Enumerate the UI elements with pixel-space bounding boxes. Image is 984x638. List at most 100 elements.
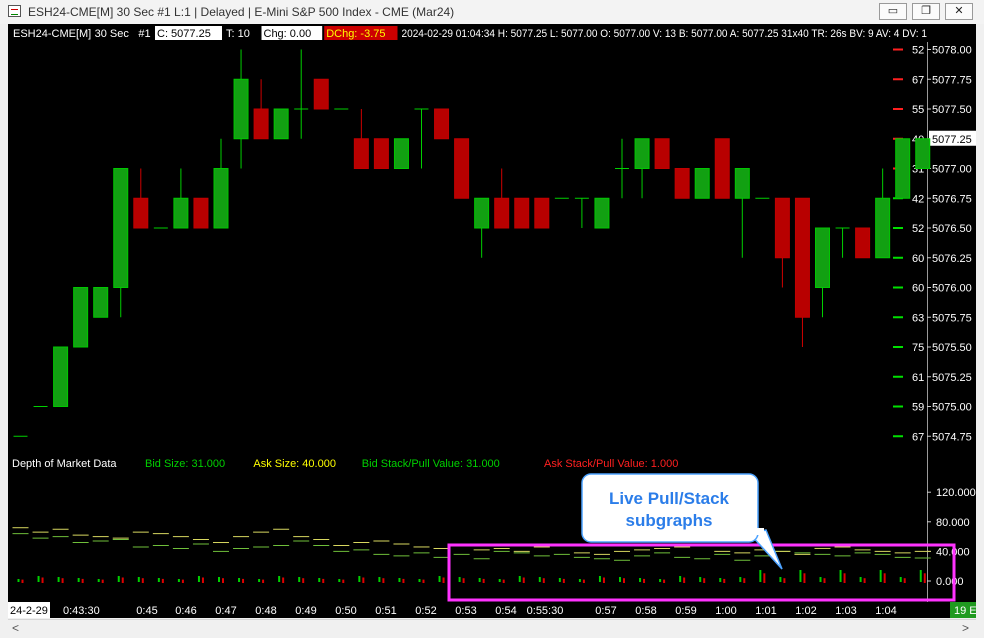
price-candle [895, 138, 911, 199]
header-daily-change: DChg: -3.75 [326, 28, 385, 40]
horizontal-scrollbar[interactable]: < > [8, 619, 976, 637]
study-axis-label: 120.000 [936, 487, 976, 499]
chart-canvas[interactable]: ESH24-CME[M] 30 Sec #1 C: 5077.25 T: 10 Chg: … [8, 24, 976, 602]
price-axis-label: 5077.00 [932, 164, 972, 176]
candle-body [534, 197, 550, 229]
time-label: 1:03 [835, 605, 856, 617]
close-button[interactable]: ✕ [945, 3, 973, 20]
price-axis-label: 5077.75 [932, 74, 972, 86]
price-candle [615, 138, 629, 199]
price-candle [313, 78, 329, 110]
bar-count-badge: 19 E [954, 605, 976, 617]
candle-body [133, 197, 149, 229]
price-candle [855, 227, 871, 259]
price-candle [494, 168, 510, 229]
price-candle [93, 287, 109, 318]
time-label: 0:55:30 [527, 605, 564, 617]
candle-body [474, 197, 490, 229]
price-candle [634, 138, 650, 199]
callout-pointer-join [750, 528, 764, 535]
candle-body [815, 227, 830, 288]
candle-body [93, 287, 109, 318]
candle-body [233, 78, 249, 140]
time-label: 0:49 [295, 605, 316, 617]
price-candle [534, 197, 550, 229]
candle-body [694, 168, 710, 199]
price-candle [574, 197, 589, 228]
price-candle [253, 79, 269, 140]
time-label: 0:52 [415, 605, 436, 617]
price-candle [774, 197, 790, 288]
time-label: 1:04 [875, 605, 896, 617]
callout-bubble [581, 473, 759, 543]
dom-size-label: 55 [912, 104, 924, 116]
scroll-left-arrow-icon[interactable]: < [12, 620, 19, 637]
price-axis-label: 5074.75 [932, 431, 972, 443]
study-name: Depth of Market Data [12, 458, 117, 470]
dom-size-label: 67 [912, 431, 924, 443]
dom-size-label: 52 [912, 45, 924, 57]
price-axis-label: 5076.50 [932, 223, 972, 235]
price-candle [794, 197, 810, 347]
candle-body [434, 108, 450, 140]
candle-body [393, 138, 409, 169]
price-candle [654, 138, 670, 169]
price-candle [233, 49, 249, 169]
study-bid-stack-value: Bid Stack/Pull Value: 31.000 [362, 458, 500, 470]
chart-area[interactable]: ESH24-CME[M] 30 Sec #1 C: 5077.25 T: 10 Chg: … [8, 24, 976, 602]
candle-body [654, 138, 670, 169]
price-axis-label: 5077.50 [932, 104, 972, 116]
scroll-right-arrow-icon[interactable]: > [962, 620, 969, 637]
candle-body [494, 197, 510, 229]
time-label: 0:47 [215, 605, 236, 617]
price-candle [393, 138, 409, 169]
candle-body [353, 138, 369, 169]
chart-app-icon [8, 5, 21, 17]
price-candle [714, 138, 730, 199]
price-candle [173, 168, 189, 229]
candle-body [253, 108, 269, 140]
price-candle [594, 197, 610, 229]
candle-body [373, 138, 389, 169]
candle-body [53, 346, 69, 407]
price-candle [53, 346, 69, 407]
header-symbol: ESH24-CME[M] [13, 28, 91, 40]
header-chart-number: #1 [138, 28, 150, 40]
header-interval: 30 Sec [95, 28, 130, 40]
price-axis-label: 5076.75 [932, 193, 972, 205]
price-candle [815, 227, 830, 318]
price-axis-label: 5076.00 [932, 283, 972, 295]
price-candle [694, 168, 710, 199]
price-candle [273, 108, 289, 140]
price-axis-label: 5075.50 [932, 342, 972, 354]
candle-body [734, 168, 750, 199]
window-title: ESH24-CME[M] 30 Sec #1 L:1 | Delayed | E… [28, 5, 455, 19]
candle-body [113, 168, 129, 288]
price-candle [353, 109, 369, 169]
time-axis-strip: 24-2-29 0:43:30 0:45 0:46 0:47 0:48 0:49 0:50 0:… [8, 602, 977, 618]
time-label: 1:02 [795, 605, 816, 617]
time-label: 0:57 [595, 605, 616, 617]
callout-text-line1: Live Pull/Stack [609, 489, 730, 508]
dom-size-label: 42 [912, 193, 924, 205]
candle-body [774, 197, 790, 259]
candle-body [875, 197, 891, 259]
dom-size-label: 61 [912, 372, 924, 384]
restore-button[interactable]: ❐ [912, 3, 940, 20]
candle-body [714, 138, 730, 199]
price-candle [414, 108, 429, 169]
candle-body [193, 197, 209, 229]
minimize-button[interactable]: ▭ [879, 3, 907, 20]
current-price-label: 5077.25 [932, 134, 972, 146]
callout-text-line2: subgraphs [626, 511, 713, 530]
window-left-border [0, 24, 8, 638]
header-ohlc-details: 2024-02-29 01:04:34 H: 5077.25 L: 5077.0… [402, 28, 928, 40]
time-label: 0:59 [675, 605, 696, 617]
candle-body [594, 197, 610, 229]
study-ask-stack-value: Ask Stack/Pull Value: 1.000 [544, 458, 678, 470]
header-trades: T: 10 [226, 28, 250, 40]
time-axis: 24-2-29 0:43:30 0:45 0:46 0:47 0:48 0:49 0:50 0:… [8, 602, 977, 618]
time-label: 0:50 [335, 605, 356, 617]
price-axis-label: 5075.00 [932, 402, 972, 414]
price-candle [454, 138, 470, 199]
